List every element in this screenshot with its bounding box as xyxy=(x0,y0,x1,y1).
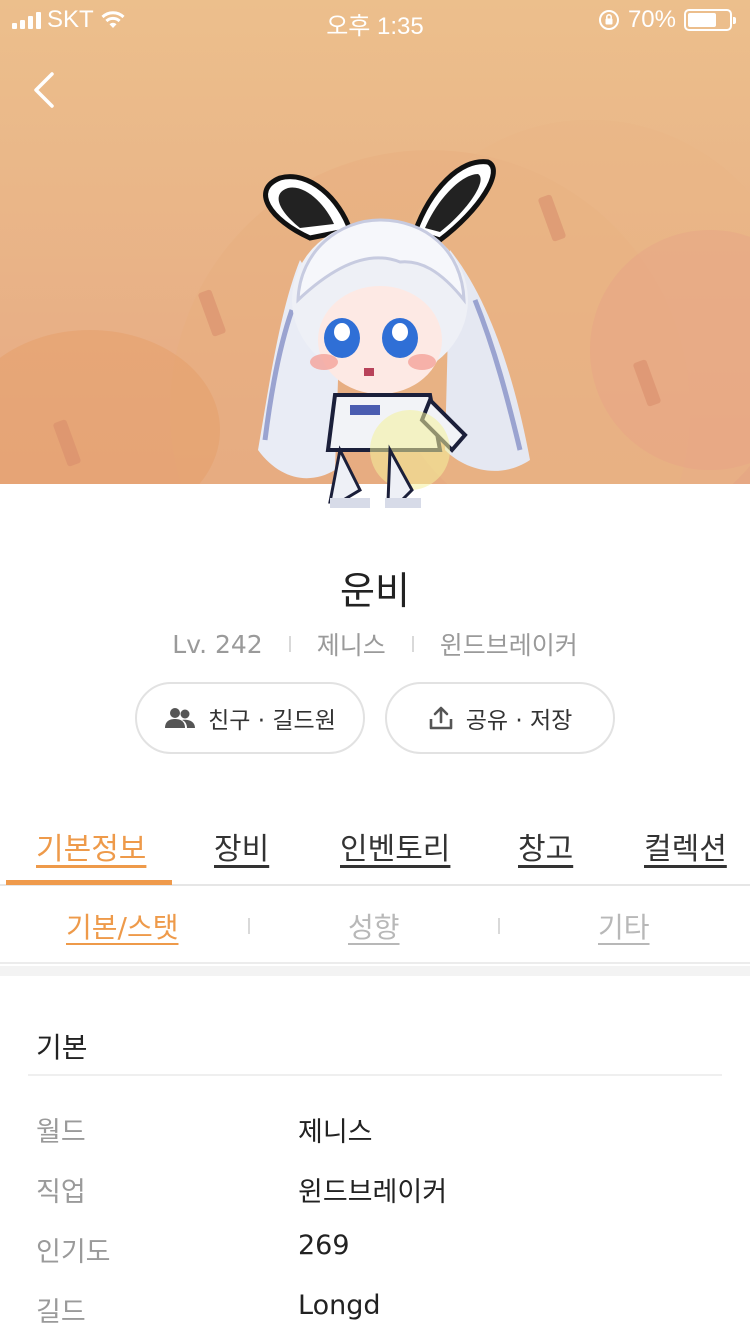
character-world: 제니스 xyxy=(316,631,386,660)
share-icon xyxy=(429,706,453,730)
subtab-traits[interactable]: 성향 xyxy=(348,906,400,946)
chevron-left-icon xyxy=(34,72,54,108)
friends-guild-button[interactable]: 친구 · 길드원 xyxy=(135,682,365,754)
subtab-basic-stats[interactable]: 기본/스탯 xyxy=(66,906,178,946)
friends-guild-label: 친구 · 길드원 xyxy=(208,708,336,734)
main-tab-bar: 기본정보 장비 인벤토리 창고 컬렉션 xyxy=(0,806,750,886)
sub-tab-bar: 기본/스탯 성향 기타 xyxy=(0,888,750,964)
info-key: 길드 xyxy=(36,1297,86,1328)
status-bar: SKT 오후 1:35 70% xyxy=(0,0,750,40)
section-gap xyxy=(0,966,750,976)
info-row: 길드 Longd xyxy=(0,1290,750,1334)
rotation-lock-icon xyxy=(598,10,619,30)
tab-collection[interactable]: 컬렉션 xyxy=(644,824,727,868)
info-row: 직업 윈드브레이커 xyxy=(0,1170,750,1220)
battery-icon xyxy=(684,9,736,31)
back-button[interactable] xyxy=(22,64,66,116)
character-job: 윈드브레이커 xyxy=(439,631,578,660)
info-row: 인기도 269 xyxy=(0,1230,750,1280)
divider xyxy=(288,636,291,652)
subtab-etc[interactable]: 기타 xyxy=(598,906,650,946)
tab-inventory[interactable]: 인벤토리 xyxy=(340,824,450,868)
divider xyxy=(498,918,500,934)
character-name: 운비 xyxy=(340,569,410,613)
info-key: 인기도 xyxy=(36,1237,111,1268)
info-row: 월드 제니스 xyxy=(0,1110,750,1160)
tab-storage[interactable]: 창고 xyxy=(518,824,573,868)
people-icon xyxy=(165,708,196,728)
section-title: 기본 xyxy=(36,1031,88,1064)
character-level: Lv. 242 xyxy=(172,629,263,659)
info-value: 269 xyxy=(298,1230,350,1261)
divider xyxy=(28,1074,722,1076)
battery-level xyxy=(688,13,716,27)
tab-basic-info[interactable]: 기본정보 xyxy=(36,824,146,868)
divider xyxy=(411,636,414,652)
share-save-button[interactable]: 공유 · 저장 xyxy=(385,682,615,754)
tab-equipment[interactable]: 장비 xyxy=(214,824,269,868)
character-meta: Lv. 242 제니스 윈드브레이커 xyxy=(0,626,750,662)
info-key: 월드 xyxy=(36,1117,86,1148)
info-value: 윈드브레이커 xyxy=(298,1177,448,1208)
character-avatar xyxy=(258,159,530,508)
battery-percentage: 70% xyxy=(627,6,676,33)
info-key: 직업 xyxy=(36,1177,86,1208)
info-value: Longd xyxy=(298,1290,381,1321)
active-tab-indicator xyxy=(6,880,172,885)
share-save-label: 공유 · 저장 xyxy=(465,708,573,734)
divider xyxy=(248,918,250,934)
info-value: 제니스 xyxy=(298,1117,373,1148)
